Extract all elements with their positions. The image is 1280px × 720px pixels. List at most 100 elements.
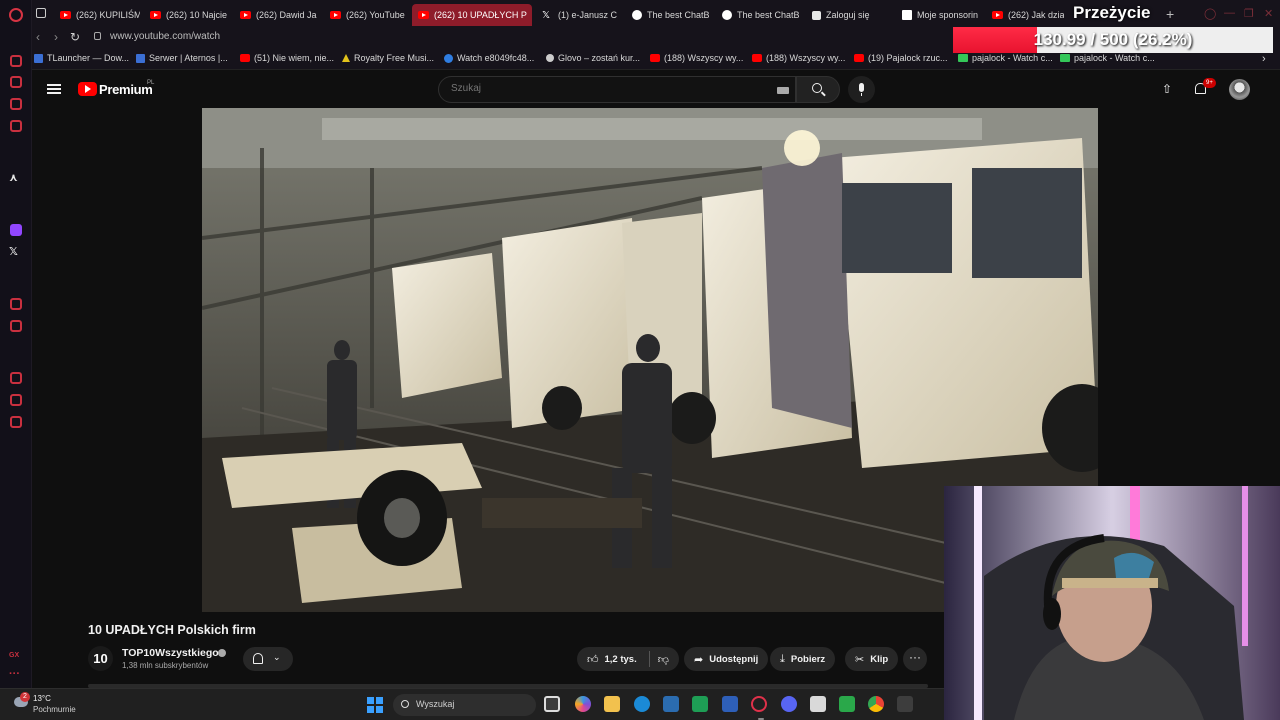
opera-gx-logo-icon[interactable] bbox=[9, 8, 23, 22]
taskbar-search[interactable]: Wyszukaj bbox=[393, 694, 536, 716]
player-icon[interactable] bbox=[10, 298, 22, 310]
aria-icon[interactable]: ⋏ bbox=[9, 171, 18, 184]
tab-9[interactable]: Moje sponsorin bbox=[896, 4, 982, 26]
search-input[interactable] bbox=[451, 83, 751, 94]
twitch-icon[interactable] bbox=[10, 224, 22, 236]
forward-arrow-icon[interactable]: › bbox=[54, 30, 58, 44]
back-arrow-icon[interactable]: ‹ bbox=[36, 30, 40, 44]
webcam-overlay bbox=[944, 486, 1280, 720]
url-field[interactable]: www.youtube.com/watch bbox=[110, 31, 220, 42]
upload-icon[interactable]: ⇧ bbox=[1162, 82, 1172, 96]
tab-3[interactable]: (262) YouTube bbox=[324, 4, 410, 26]
bookmarks-overflow-chevron-icon[interactable]: › bbox=[1262, 53, 1266, 65]
tab-label: (262) Jak dział bbox=[1008, 10, 1064, 20]
thumbs-down-icon[interactable]: 👎︎ bbox=[658, 653, 669, 666]
maximize-icon[interactable]: ❐ bbox=[1244, 7, 1254, 20]
gx-control-icon[interactable] bbox=[10, 76, 22, 88]
webcam-feed-streamer bbox=[944, 486, 1280, 720]
search-box[interactable] bbox=[438, 76, 796, 103]
edge-browser-icon[interactable] bbox=[634, 696, 650, 712]
clip-button[interactable]: ✂ Klip bbox=[845, 647, 899, 671]
share-button[interactable]: ➦ Udostępnij bbox=[684, 647, 769, 671]
opera-gx-taskbar-icon[interactable] bbox=[751, 696, 767, 720]
bookmark-9[interactable]: pajalock - Watch c... bbox=[958, 53, 1053, 63]
bookmark-10[interactable]: pajalock - Watch c... bbox=[1060, 53, 1155, 63]
ms-store-icon[interactable] bbox=[663, 696, 679, 712]
bookmark-7[interactable]: (188) Wszyscy wy... bbox=[752, 53, 845, 63]
weather-temperature[interactable]: 13°C bbox=[33, 694, 51, 703]
download-button[interactable]: ⤓ Pobierz bbox=[770, 647, 836, 671]
channel-name[interactable]: TOP10Wszystkiego bbox=[122, 647, 219, 659]
notepad-icon[interactable] bbox=[810, 696, 826, 712]
user-avatar[interactable] bbox=[1229, 79, 1250, 100]
download-icon: ⤓ bbox=[780, 652, 785, 665]
tlauncher-icon bbox=[34, 53, 43, 63]
vs-code-icon[interactable] bbox=[722, 696, 738, 712]
bookmark-label: (51) Nie wiem, nie... bbox=[254, 53, 335, 63]
like-dislike-button[interactable]: 👍︎ 1,2 tys. 👎︎ bbox=[577, 647, 679, 671]
tab-8[interactable]: Zaloguj się bbox=[806, 4, 892, 26]
bookmark-3[interactable]: Royalty Free Musi... bbox=[342, 53, 434, 63]
search-button[interactable] bbox=[796, 76, 840, 103]
youtube-header: Premium PL ⇧ 9+ bbox=[32, 70, 1280, 108]
tab-6[interactable]: The best ChatB bbox=[626, 4, 712, 26]
channel-avatar[interactable]: 10 bbox=[88, 646, 113, 671]
menu-hamburger-icon[interactable] bbox=[47, 84, 61, 94]
gx-hot-tabs-icon[interactable] bbox=[10, 120, 22, 132]
task-view-icon[interactable] bbox=[544, 696, 560, 712]
tab-0[interactable]: (262) KUPILIŚMY bbox=[54, 4, 140, 26]
thumbs-up-icon[interactable]: 👍︎ bbox=[587, 653, 599, 666]
gx-corner-icon[interactable] bbox=[10, 55, 22, 67]
tab-4-active[interactable]: (262) 10 UPADŁYCH P bbox=[412, 4, 532, 26]
more-actions-icon[interactable]: ··· bbox=[903, 647, 927, 671]
weather-description[interactable]: Pochmurnie bbox=[33, 705, 76, 714]
bookmark-label: pajalock - Watch c... bbox=[1074, 53, 1155, 63]
search-tabs-icon[interactable]: ◯ bbox=[1204, 7, 1216, 20]
like-count: 1,2 tys. bbox=[604, 653, 637, 665]
new-tab-plus-icon[interactable]: + bbox=[1166, 6, 1174, 22]
bookmark-4[interactable]: Watch e8049fc48... bbox=[444, 53, 534, 63]
youtube-logo-icon[interactable] bbox=[78, 82, 97, 96]
gx-music-icon[interactable] bbox=[10, 98, 22, 110]
history-icon[interactable] bbox=[10, 372, 22, 384]
keyboard-icon[interactable] bbox=[777, 87, 789, 94]
search-icon bbox=[401, 700, 409, 708]
copilot-icon[interactable] bbox=[575, 696, 591, 712]
weather-notification-badge: 2 bbox=[20, 692, 30, 702]
voice-search-mic-icon[interactable] bbox=[848, 76, 875, 103]
tab-5[interactable]: 𝕏 (1) e-Janusz C bbox=[536, 4, 622, 26]
settings-gear-icon[interactable] bbox=[10, 416, 22, 428]
bookmark-8[interactable]: (19) Pajalock rzuc... bbox=[854, 53, 948, 63]
chrome-icon[interactable] bbox=[868, 696, 884, 712]
xbox-icon[interactable] bbox=[692, 696, 708, 712]
tab-7[interactable]: The best ChatB bbox=[716, 4, 802, 26]
bookmark-6[interactable]: (188) Wszyscy wy... bbox=[650, 53, 743, 63]
tray-app-icon[interactable] bbox=[897, 696, 913, 712]
windows-start-icon[interactable] bbox=[367, 697, 383, 713]
spotify-like-icon[interactable] bbox=[839, 696, 855, 712]
bookmark-0[interactable]: TLauncher — Dow... bbox=[34, 53, 129, 63]
reload-icon[interactable]: ↻ bbox=[70, 30, 80, 44]
bookmark-label: pajalock - Watch c... bbox=[972, 53, 1053, 63]
bookmark-2[interactable]: (51) Nie wiem, nie... bbox=[240, 53, 334, 63]
tab-1[interactable]: (262) 10 Najcie bbox=[144, 4, 230, 26]
chatgpt-icon bbox=[722, 10, 732, 20]
close-window-icon[interactable]: ✕ bbox=[1264, 7, 1273, 20]
sidebar-more-icon[interactable]: ··· bbox=[9, 668, 20, 680]
bookmark-5[interactable]: Glovo – zostań kur... bbox=[546, 53, 640, 63]
discord-icon[interactable] bbox=[781, 696, 797, 712]
extensions-icon[interactable] bbox=[10, 394, 22, 406]
x-twitter-icon[interactable]: 𝕏 bbox=[9, 245, 18, 258]
bookmark-label: TLauncher — Dow... bbox=[47, 53, 130, 63]
like-divider bbox=[648, 651, 650, 667]
tab-label: The best ChatB bbox=[737, 10, 800, 20]
file-explorer-icon[interactable] bbox=[604, 696, 620, 712]
minimize-icon[interactable]: — bbox=[1224, 7, 1235, 19]
youtube-premium-wordmark[interactable]: Premium bbox=[99, 82, 153, 97]
tab-2[interactable]: (262) Dawid Ja bbox=[234, 4, 320, 26]
tab-10[interactable]: (262) Jak dział bbox=[986, 4, 1064, 26]
subscription-bell-button[interactable]: ⌄ bbox=[243, 647, 293, 671]
wallet-icon[interactable] bbox=[10, 320, 22, 332]
tab-menu-icon[interactable] bbox=[36, 8, 46, 18]
bookmark-1[interactable]: Serwer | Aternos |... bbox=[136, 53, 228, 63]
